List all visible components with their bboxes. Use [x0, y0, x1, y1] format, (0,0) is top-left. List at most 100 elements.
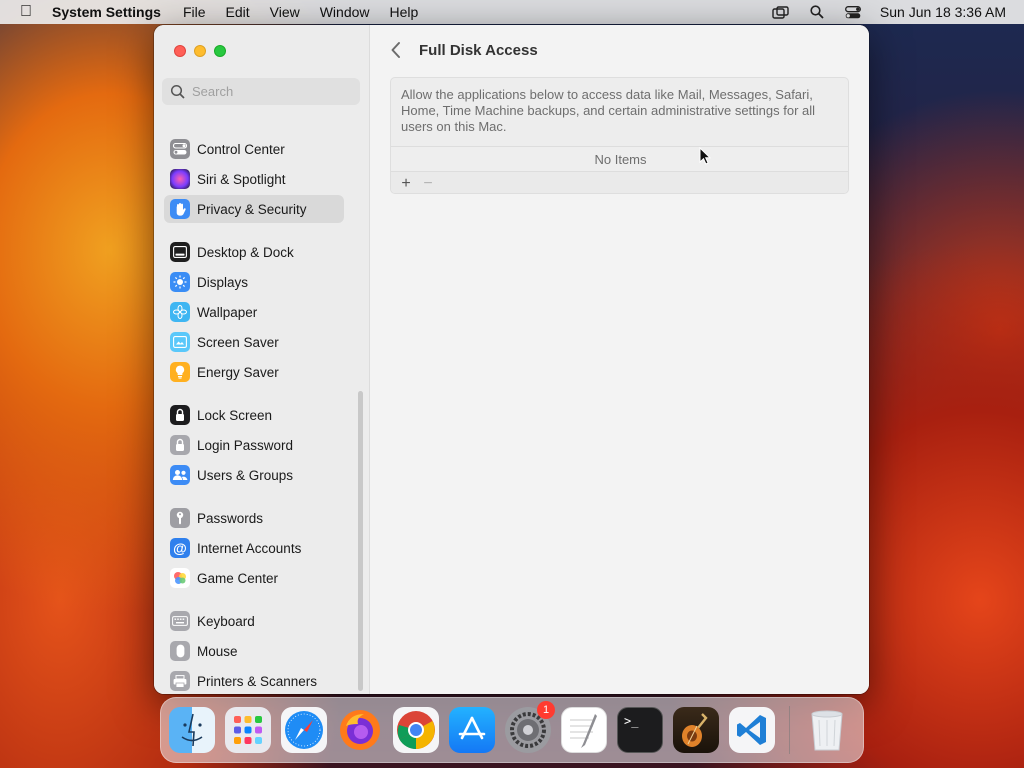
- sidebar-item-label: Login Password: [197, 437, 294, 453]
- at-icon: @: [170, 538, 190, 558]
- sidebar-item-label: Printers & Scanners: [197, 673, 318, 689]
- sidebar-item-label: Control Center: [197, 141, 285, 157]
- screen-saver-icon: [170, 332, 190, 352]
- notification-badge: 1: [537, 701, 555, 719]
- sidebar-item-game-center[interactable]: Game Center: [164, 564, 344, 592]
- menu-edit[interactable]: Edit: [226, 4, 250, 20]
- remove-app-button[interactable]: −: [417, 174, 439, 194]
- sidebar-item-passwords[interactable]: Passwords: [164, 504, 344, 532]
- lightbulb-icon: [170, 362, 190, 382]
- finder-app-icon[interactable]: [169, 707, 215, 753]
- search-icon: [170, 84, 185, 99]
- sidebar-item-label: Screen Saver: [197, 334, 279, 350]
- sidebar-item-label: Displays: [197, 274, 249, 290]
- system-settings-app-icon[interactable]: 1: [505, 701, 555, 753]
- flower-icon: [170, 302, 190, 322]
- sidebar-item-label: Wallpaper: [197, 304, 258, 320]
- zoom-button[interactable]: [214, 45, 226, 57]
- sidebar-item-label: Game Center: [197, 570, 279, 586]
- search-input[interactable]: [192, 84, 352, 99]
- sidebar-item-label: Lock Screen: [197, 407, 273, 423]
- sidebar-item-control-center[interactable]: Control Center: [164, 135, 344, 163]
- garageband-app-icon[interactable]: [673, 707, 719, 753]
- sidebar-scrollbar[interactable]: [358, 391, 363, 691]
- main-content: Full Disk Access Allow the applications …: [370, 25, 869, 694]
- app-menu[interactable]: System Settings: [52, 4, 161, 20]
- add-app-button[interactable]: +: [395, 174, 417, 194]
- padlock-icon: [170, 435, 190, 455]
- launchpad-app-icon[interactable]: [225, 707, 271, 753]
- menu-file[interactable]: File: [183, 4, 206, 20]
- sidebar-item-label: Desktop & Dock: [197, 244, 294, 260]
- game-center-icon: [170, 568, 190, 588]
- menu-clock[interactable]: Sun Jun 18 3:36 AM: [880, 4, 1006, 20]
- sidebar-item-internet-accounts[interactable]: @ Internet Accounts: [164, 534, 344, 562]
- users-icon: [170, 465, 190, 485]
- sidebar-item-lock-screen[interactable]: Lock Screen: [164, 401, 344, 429]
- window-controls: [174, 45, 226, 57]
- firefox-app-icon[interactable]: [337, 707, 383, 753]
- control-center-icon: [170, 139, 190, 159]
- app-store-app-icon[interactable]: [449, 707, 495, 753]
- sidebar-item-label: Keyboard: [197, 613, 255, 629]
- sidebar-item-printers-scanners[interactable]: Printers & Scanners: [164, 667, 344, 694]
- system-settings-window: Control Center Siri & Spotlight Privacy …: [154, 25, 869, 694]
- sun-icon: [170, 272, 190, 292]
- terminal-app-icon[interactable]: >_: [617, 707, 663, 753]
- sidebar-item-login-password[interactable]: Login Password: [164, 431, 344, 459]
- control-center-menu-icon[interactable]: [844, 5, 862, 19]
- safari-app-icon[interactable]: [281, 707, 327, 753]
- keyboard-icon: [170, 611, 190, 631]
- sidebar-item-mouse[interactable]: Mouse: [164, 637, 344, 665]
- spotlight-search-icon[interactable]: [808, 5, 826, 19]
- lock-icon: [170, 405, 190, 425]
- sidebar-item-label: Internet Accounts: [197, 540, 302, 556]
- vscode-app-icon[interactable]: [729, 707, 775, 753]
- sidebar-item-users-groups[interactable]: Users & Groups: [164, 461, 344, 489]
- full-disk-access-panel: Allow the applications below to access d…: [390, 77, 849, 194]
- sidebar-item-label: Energy Saver: [197, 364, 279, 380]
- sidebar-item-keyboard[interactable]: Keyboard: [164, 607, 344, 635]
- apple-menu-icon[interactable]: : [0, 3, 52, 21]
- dock: 1 >_: [160, 697, 864, 763]
- sidebar-item-label: Passwords: [197, 510, 264, 526]
- app-list-empty: No Items: [391, 146, 848, 171]
- mouse-cursor-icon: [699, 147, 711, 165]
- search-field[interactable]: [162, 78, 360, 105]
- dock-icon: [170, 242, 190, 262]
- sidebar-item-partial: [164, 113, 344, 119]
- chrome-app-icon[interactable]: [393, 707, 439, 753]
- list-toolbar: + −: [391, 171, 848, 194]
- mouse-icon: [170, 641, 190, 661]
- sidebar-item-energy-saver[interactable]: Energy Saver: [164, 358, 344, 386]
- hand-icon: [170, 199, 190, 219]
- sidebar-item-wallpaper[interactable]: Wallpaper: [164, 298, 344, 326]
- sidebar-item-desktop-dock[interactable]: Desktop & Dock: [164, 238, 344, 266]
- menu-window[interactable]: Window: [320, 4, 370, 20]
- sidebar-item-label: Privacy & Security: [197, 201, 307, 217]
- back-chevron-icon[interactable]: [388, 40, 404, 60]
- description-text: Allow the applications below to access d…: [401, 87, 816, 134]
- sidebar-item-label: Users & Groups: [197, 467, 294, 483]
- sidebar-item-siri-spotlight[interactable]: Siri & Spotlight: [164, 165, 344, 193]
- sidebar-item-privacy-security[interactable]: Privacy & Security: [164, 195, 344, 223]
- menu-view[interactable]: View: [270, 4, 300, 20]
- printer-icon: [170, 671, 190, 691]
- menu-help[interactable]: Help: [390, 4, 419, 20]
- page-title: Full Disk Access: [419, 42, 538, 59]
- close-button[interactable]: [174, 45, 186, 57]
- dock-separator: [789, 706, 790, 754]
- textedit-app-icon[interactable]: [561, 707, 607, 753]
- sidebar: Control Center Siri & Spotlight Privacy …: [154, 25, 370, 694]
- sidebar-item-label: Mouse: [197, 643, 238, 659]
- siri-icon: [170, 169, 190, 189]
- trash-icon[interactable]: [804, 707, 850, 753]
- screen-mirroring-icon[interactable]: [772, 5, 790, 19]
- sidebar-item-screen-saver[interactable]: Screen Saver: [164, 328, 344, 356]
- sidebar-item-displays[interactable]: Displays: [164, 268, 344, 296]
- sidebar-list: Control Center Siri & Spotlight Privacy …: [154, 113, 370, 694]
- key-icon: [170, 508, 190, 528]
- menu-bar:  System Settings File Edit View Window …: [0, 0, 1024, 24]
- sidebar-item-label: Siri & Spotlight: [197, 171, 286, 187]
- minimize-button[interactable]: [194, 45, 206, 57]
